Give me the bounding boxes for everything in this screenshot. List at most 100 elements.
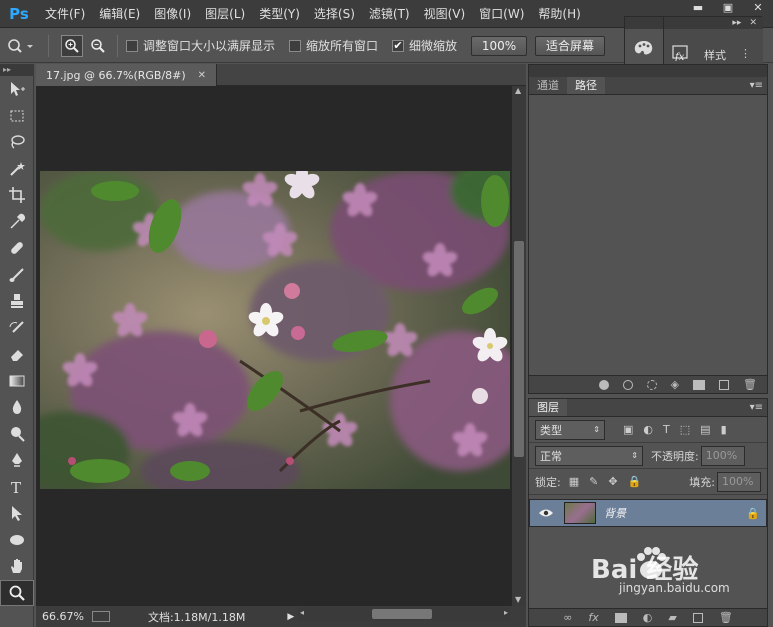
path-selection-tool-icon[interactable] xyxy=(0,500,34,527)
maximize-icon[interactable]: ▣ xyxy=(713,0,743,14)
scrubby-zoom-checkbox[interactable]: ✔ 细微缩放 xyxy=(392,37,457,54)
tab-channels[interactable]: 通道 xyxy=(529,77,567,94)
trash-icon[interactable]: 🗑 xyxy=(719,611,733,624)
gradient-tool-icon[interactable] xyxy=(0,368,34,395)
add-mask-icon[interactable] xyxy=(693,379,706,390)
scroll-right-icon[interactable]: ▸ xyxy=(504,608,508,617)
close-icon[interactable]: ✕ xyxy=(198,70,206,81)
panel-menu-icon[interactable]: ▾≡ xyxy=(750,399,767,416)
menu-view[interactable]: 视图(V) xyxy=(417,0,473,28)
lock-position-icon[interactable]: ✥ xyxy=(608,475,617,488)
document-image[interactable] xyxy=(40,171,510,489)
filter-kind-dropdown[interactable]: 类型 ⇕ xyxy=(535,419,605,440)
fx-icon[interactable]: fx xyxy=(588,611,598,624)
zoom-100-button[interactable]: 100% xyxy=(471,35,528,56)
dodge-tool-icon[interactable] xyxy=(0,421,34,448)
eye-icon[interactable] xyxy=(536,508,556,518)
lasso-tool-icon[interactable] xyxy=(0,129,34,156)
add-mask-icon[interactable] xyxy=(614,612,627,623)
document-tab[interactable]: 17.jpg @ 66.7%(RGB/8#) ✕ xyxy=(36,64,218,86)
load-selection-icon[interactable] xyxy=(646,379,657,390)
brush-tool-icon[interactable] xyxy=(0,262,34,289)
filter-toggle-icon[interactable]: ▮ xyxy=(721,423,727,436)
tab-layers[interactable]: 图层 xyxy=(529,399,567,416)
marquee-tool-icon[interactable] xyxy=(0,103,34,130)
checkbox-box[interactable] xyxy=(289,39,302,52)
checkmark-icon[interactable]: ✔ xyxy=(392,39,405,52)
fill-input[interactable]: 100% xyxy=(717,471,761,492)
menu-image[interactable]: 图像(I) xyxy=(147,0,198,28)
fill-path-icon[interactable] xyxy=(598,379,609,390)
clone-stamp-tool-icon[interactable] xyxy=(0,288,34,315)
menu-edit[interactable]: 编辑(E) xyxy=(92,0,147,28)
new-path-icon[interactable] xyxy=(719,379,730,390)
menu-window[interactable]: 窗口(W) xyxy=(472,0,531,28)
history-brush-tool-icon[interactable] xyxy=(0,315,34,342)
pen-tool-icon[interactable] xyxy=(0,447,34,474)
styles-tab[interactable]: ▸▸ ✕ fx 样式 ⋮ xyxy=(663,17,763,69)
new-group-icon[interactable]: ▰ xyxy=(668,611,676,624)
vertical-scroll-thumb[interactable] xyxy=(514,241,524,457)
zoom-all-windows-checkbox[interactable]: 缩放所有窗口 xyxy=(289,37,378,54)
toolbar-collapse-icon[interactable]: ▸▸ xyxy=(0,64,33,76)
fit-screen-button[interactable]: 适合屏幕 xyxy=(535,35,606,56)
menu-file[interactable]: 文件(F) xyxy=(38,0,92,28)
zoom-in-icon[interactable] xyxy=(61,34,83,57)
blend-mode-dropdown[interactable]: 正常 ⇕ xyxy=(535,445,643,466)
eraser-tool-icon[interactable] xyxy=(0,341,34,368)
stroke-path-icon[interactable] xyxy=(622,379,633,390)
menu-help[interactable]: 帮助(H) xyxy=(531,0,587,28)
canvas-area[interactable] xyxy=(36,86,512,606)
shape-filter-icon[interactable]: ⬚ xyxy=(680,423,690,436)
ellipse-tool-icon[interactable] xyxy=(0,527,34,554)
layer-name[interactable]: 背景 xyxy=(604,505,626,521)
layer-row[interactable]: 背景 🔒 xyxy=(529,499,767,527)
horizontal-scrollbar[interactable]: ◂ ▸ xyxy=(298,607,510,621)
eyedropper-tool-icon[interactable] xyxy=(0,209,34,236)
adjustment-layer-icon[interactable]: ◐ xyxy=(643,611,653,624)
menu-select[interactable]: 选择(S) xyxy=(307,0,362,28)
swatches-tab[interactable] xyxy=(625,29,663,67)
lock-transparent-icon[interactable]: ▦ xyxy=(569,475,579,488)
trash-icon[interactable]: 🗑 xyxy=(743,378,757,391)
lock-all-icon[interactable]: 🔒 xyxy=(628,475,642,488)
link-layers-icon[interactable]: ∞ xyxy=(563,611,572,624)
type-filter-icon[interactable]: T xyxy=(663,423,670,436)
crop-tool-icon[interactable] xyxy=(0,182,34,209)
panel-menu-icon[interactable]: ▾≡ xyxy=(750,77,767,94)
vertical-scrollbar[interactable]: ▲ ▼ xyxy=(512,86,526,606)
close-icon[interactable]: ✕ xyxy=(743,0,773,14)
zoom-level[interactable]: 66.67% xyxy=(42,610,84,623)
panel-close-icon[interactable]: ✕ xyxy=(749,18,757,28)
menu-filter[interactable]: 滤镜(T) xyxy=(362,0,417,28)
zoom-tool-preset-icon[interactable] xyxy=(4,35,40,57)
tab-paths[interactable]: 路径 xyxy=(567,77,605,94)
export-icon[interactable] xyxy=(91,611,110,622)
horizontal-scroll-thumb[interactable] xyxy=(372,609,432,619)
make-work-path-icon[interactable]: ◈ xyxy=(671,378,679,391)
opacity-input[interactable]: 100% xyxy=(700,445,745,466)
healing-brush-tool-icon[interactable] xyxy=(0,235,34,262)
zoom-tool-icon[interactable] xyxy=(0,579,34,606)
hand-tool-icon[interactable] xyxy=(0,553,34,580)
new-layer-icon[interactable] xyxy=(692,612,703,623)
checkbox-box[interactable] xyxy=(126,39,138,52)
type-tool-icon[interactable]: T xyxy=(0,474,34,501)
adjustment-filter-icon[interactable]: ◐ xyxy=(643,423,653,436)
panel-menu-icon[interactable]: ⋮ xyxy=(740,47,751,60)
status-menu-arrow-icon[interactable]: ▶ xyxy=(287,612,294,622)
move-tool-icon[interactable] xyxy=(0,76,34,103)
resize-windows-checkbox[interactable]: 调整窗口大小以满屏显示 xyxy=(126,37,275,54)
menu-type[interactable]: 类型(Y) xyxy=(252,0,307,28)
magic-wand-tool-icon[interactable] xyxy=(0,156,34,183)
blur-tool-icon[interactable] xyxy=(0,394,34,421)
scroll-down-icon[interactable]: ▼ xyxy=(515,595,521,604)
collapse-icon[interactable]: ▸▸ xyxy=(732,18,741,28)
smart-object-filter-icon[interactable]: ▤ xyxy=(700,423,710,436)
menu-layer[interactable]: 图层(L) xyxy=(198,0,252,28)
zoom-out-icon[interactable] xyxy=(87,35,109,57)
minimize-icon[interactable]: ▬ xyxy=(683,0,713,14)
pixel-filter-icon[interactable]: ▣ xyxy=(623,423,633,436)
scroll-left-icon[interactable]: ◂ xyxy=(300,608,304,617)
lock-pixels-icon[interactable]: ✎ xyxy=(589,475,598,488)
